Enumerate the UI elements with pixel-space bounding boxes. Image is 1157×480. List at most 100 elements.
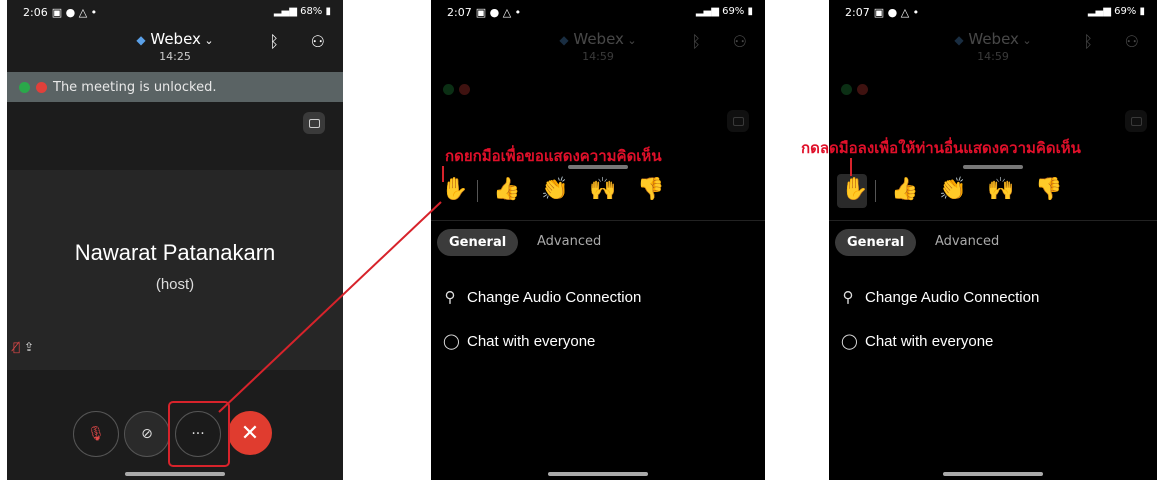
meeting-duration: 14:59	[582, 50, 614, 63]
menu-item-change-audio[interactable]: ⚲ Change Audio Connection	[443, 288, 642, 307]
reaction-clap[interactable]: 👏	[541, 177, 568, 202]
mic-muted-icon: 🎙	[87, 426, 105, 442]
menu-item-chat[interactable]: ◯ Chat with everyone	[841, 332, 994, 351]
menu-item-label: Change Audio Connection	[865, 288, 1040, 306]
meeting-screen: 2:06 ▣ ● △ • ▂▄▆ 68% ▮ ◆ Webex ⌄ 14:25 ᛒ …	[7, 0, 343, 480]
camera-off-icon: ⊘	[141, 426, 153, 442]
menu-item-change-audio[interactable]: ⚲ Change Audio Connection	[841, 288, 1040, 307]
chevron-down-icon: ⌄	[200, 34, 214, 47]
signal-icon: ▂▄▆	[695, 6, 723, 17]
tab-advanced[interactable]: Advanced	[537, 234, 601, 249]
status-dots	[443, 80, 471, 99]
mic-muted-icon: 🎙̸	[13, 340, 21, 354]
raise-hand-instruction: กดยกมือเพื่อขอแสดงความคิดเห็น	[445, 147, 662, 165]
muted-share-icons: 🎙̸ ⇪	[13, 340, 34, 354]
status-bar: 2:07 ▣ ● △ • ▂▄▆ 69% ▮	[431, 4, 765, 22]
lower-hand-instruction: กดลดมือลงเพื่อให้ท่านอื่นแสดงความคิดเห็น	[801, 139, 1081, 157]
participants-icon: ⚇	[1124, 32, 1139, 51]
bluetooth-icon: ᛒ	[691, 32, 701, 51]
mute-button[interactable]: 🎙	[73, 411, 119, 457]
meeting-header: ◆ Webex ⌄ 14:59 ᛒ ⚇	[829, 28, 1157, 68]
home-indicator	[548, 472, 648, 476]
notification-icons: ▣ ● △ •	[873, 6, 920, 19]
shield-icon: ◆	[136, 33, 146, 47]
tab-general[interactable]: General	[437, 229, 519, 256]
shield-icon: ◆	[954, 33, 964, 47]
tab-general[interactable]: General	[835, 229, 917, 256]
bluetooth-icon[interactable]: ᛒ	[269, 32, 279, 51]
meeting-title-text: Webex	[150, 30, 201, 48]
reaction-clap[interactable]: 👏	[939, 177, 966, 202]
status-time: 2:07	[845, 6, 870, 19]
signal-icon: ▂▄▆	[273, 6, 301, 17]
status-time: 2:07	[447, 6, 472, 19]
meeting-title-text: Webex	[573, 30, 624, 48]
chat-bubble-icon: ◯	[841, 333, 858, 350]
meeting-header: ◆ Webex ⌄ 14:25 ᛒ ⚇	[7, 28, 343, 68]
lock-status-icon	[841, 84, 852, 95]
reactions-sheet-raise: 2:07 ▣ ● △ • ▂▄▆ 69% ▮ ◆ Webex ⌄ 14:59 ᛒ …	[431, 0, 765, 480]
reaction-celebrate[interactable]: 🙌	[987, 177, 1014, 202]
chat-bubble-icon: ◯	[443, 333, 460, 350]
status-bar: 2:06 ▣ ● △ • ▂▄▆ 68% ▮	[7, 4, 343, 22]
menu-item-label: Chat with everyone	[467, 332, 596, 350]
reaction-laugh[interactable]: 😄	[733, 177, 756, 202]
battery-level: 69%	[1114, 6, 1137, 17]
reaction-celebrate[interactable]: 🙌	[589, 177, 616, 202]
participants-icon[interactable]: ⚇	[311, 32, 325, 51]
layout-toggle-button	[727, 110, 749, 132]
reactions-row: ✋ 👍 👏 🙌 👎 😊 😄	[431, 174, 765, 210]
chevron-down-icon: ⌄	[1018, 34, 1032, 47]
raise-hand-button[interactable]: ✋	[441, 177, 468, 202]
battery-level: 68%	[300, 6, 323, 17]
reaction-separator	[477, 180, 478, 202]
bluetooth-icon: ᛒ	[1083, 32, 1093, 51]
meeting-duration: 14:25	[159, 50, 191, 63]
layout-toggle-button	[1125, 110, 1147, 132]
participants-icon: ⚇	[732, 32, 747, 51]
reaction-thumbs-up[interactable]: 👍	[493, 177, 520, 202]
raised-hand-icon: ✋	[441, 177, 469, 202]
status-dots	[841, 80, 869, 99]
meeting-title: ◆ Webex ⌄	[829, 30, 1157, 48]
participant-role: (host)	[155, 276, 195, 293]
notification-icons: ▣ ● △ •	[51, 6, 98, 19]
lock-status-icon	[19, 81, 30, 93]
participant-name: Nawarat Patanakarn	[74, 240, 276, 265]
reaction-thumbs-up[interactable]: 👍	[891, 177, 918, 202]
video-stage	[7, 170, 343, 370]
menu-item-chat[interactable]: ◯ Chat with everyone	[443, 332, 596, 351]
reaction-separator	[875, 180, 876, 202]
recording-status-icon	[459, 84, 471, 95]
meeting-duration: 14:59	[977, 50, 1009, 63]
battery-icon: ▮	[322, 6, 331, 17]
reaction-smile[interactable]: 😊	[685, 177, 708, 202]
notification-icons: ▣ ● △ •	[475, 6, 522, 19]
meeting-title[interactable]: ◆ Webex ⌄	[7, 30, 343, 48]
lower-hand-icon: ✋	[841, 177, 869, 202]
reaction-thumbs-down[interactable]: 👎	[1035, 177, 1062, 202]
battery-icon: ▮	[744, 6, 753, 17]
status-time: 2:06	[23, 6, 48, 19]
menu-item-label: Chat with everyone	[865, 332, 994, 350]
battery-icon: ▮	[1136, 6, 1145, 17]
lower-hand-button[interactable]: ✋	[841, 177, 868, 202]
layout-toggle-button[interactable]	[303, 112, 325, 134]
meeting-title-text: Webex	[968, 30, 1019, 48]
audio-connection-icon: ⚲	[444, 289, 456, 306]
sheet-handle[interactable]	[568, 165, 628, 169]
reaction-thumbs-down[interactable]: 👎	[637, 177, 664, 202]
video-off-button[interactable]: ⊘	[124, 411, 170, 457]
sheet-divider	[431, 220, 765, 221]
share-icon: ⇪	[24, 340, 35, 354]
tab-advanced[interactable]: Advanced	[935, 234, 999, 249]
meeting-title: ◆ Webex ⌄	[431, 30, 765, 48]
reaction-smile[interactable]: 😊	[1083, 177, 1106, 202]
meeting-lock-banner: The meeting is unlocked.	[7, 72, 343, 102]
reaction-laugh[interactable]: 😄	[1131, 177, 1154, 202]
sheet-handle[interactable]	[963, 165, 1023, 169]
lock-status-icon	[443, 84, 454, 95]
end-call-button[interactable]: ✕	[228, 411, 272, 455]
reactions-sheet-lower: 2:07 ▣ ● △ • ▂▄▆ 69% ▮ ◆ Webex ⌄ 14:59 ᛒ …	[829, 0, 1157, 480]
audio-connection-icon: ⚲	[842, 289, 854, 306]
